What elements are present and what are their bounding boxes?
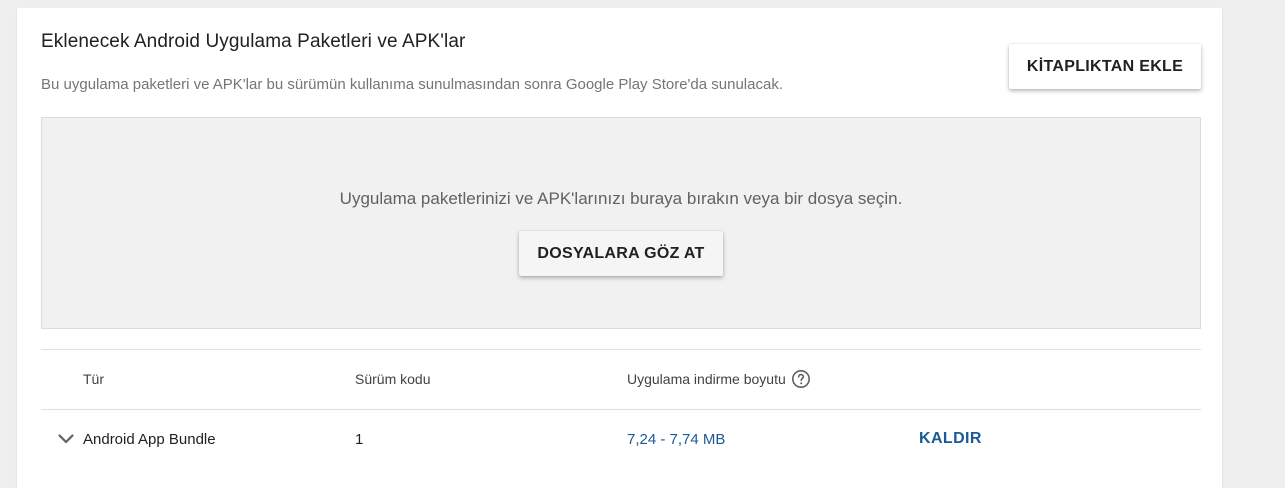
chevron-down-icon[interactable] [57, 432, 75, 446]
section-description: Bu uygulama paketleri ve APK'lar bu sürü… [41, 76, 783, 93]
remove-button[interactable]: KALDIR [919, 430, 982, 448]
app-bundles-card: Eklenecek Android Uygulama Paketleri ve … [17, 8, 1222, 488]
table-header-divider [41, 409, 1201, 410]
column-header-download-size: Uygulama indirme boyutu [627, 369, 811, 389]
file-dropzone[interactable]: Uygulama paketlerinizi ve APK'larınızı b… [41, 117, 1201, 329]
column-header-type: Tür [83, 371, 104, 387]
table-top-divider [41, 349, 1201, 350]
column-header-type-label: Tür [83, 371, 104, 387]
row-type: Android App Bundle [83, 431, 216, 448]
browse-files-button[interactable]: DOSYALARA GÖZ AT [519, 231, 723, 276]
column-header-download-size-label: Uygulama indirme boyutu [627, 371, 786, 387]
column-header-version-code-label: Sürüm kodu [355, 371, 431, 387]
help-circle-icon[interactable] [791, 369, 811, 389]
column-header-version-code: Sürüm kodu [355, 371, 430, 387]
row-version-code: 1 [355, 431, 364, 448]
dropzone-instruction: Uygulama paketlerinizi ve APK'larınızı b… [339, 189, 903, 208]
row-download-size: 7,24 - 7,74 MB [627, 431, 726, 448]
section-title: Eklenecek Android Uygulama Paketleri ve … [41, 31, 466, 52]
add-from-library-button[interactable]: KİTAPLIKTAN EKLE [1009, 44, 1201, 89]
